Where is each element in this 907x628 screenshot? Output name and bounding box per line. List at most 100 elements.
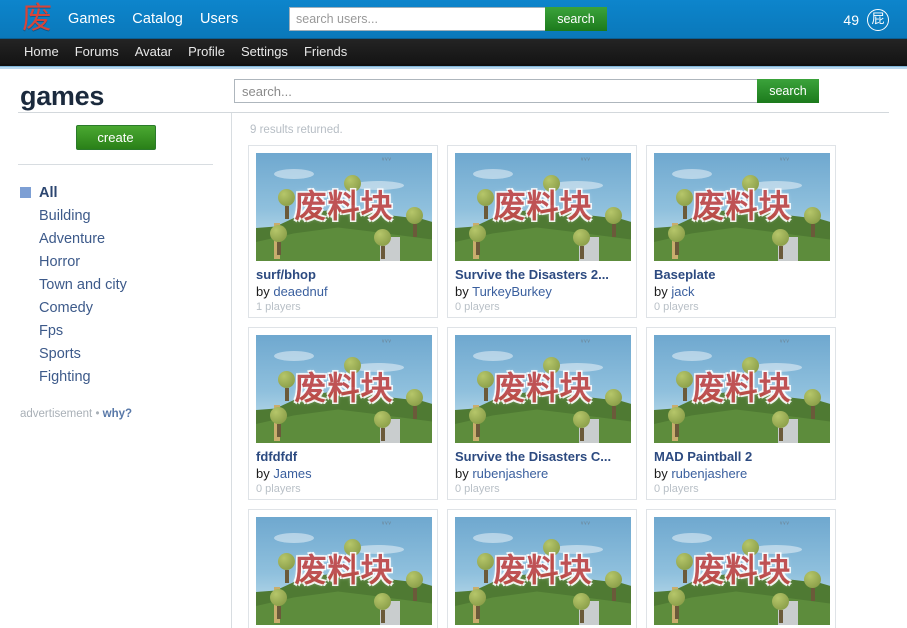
top-header: 废 Games Catalog Users search 49 屁 <box>0 0 907 39</box>
by-prefix: by <box>654 466 672 481</box>
nav-item-games[interactable]: Games <box>68 11 115 27</box>
subnav-item-forums[interactable]: Forums <box>75 44 119 59</box>
game-title[interactable]: surf/bhop <box>256 267 430 282</box>
thumbnail-overlay-text: 废料块 <box>493 368 593 407</box>
balance-indicator[interactable]: 49 屁 <box>843 0 889 39</box>
sidebar-item-fighting[interactable]: Fighting <box>18 365 231 388</box>
birds-icon: ᵛᵛᵛ <box>581 339 591 346</box>
sidebar-item-label: Sports <box>39 345 81 362</box>
game-thumbnail[interactable]: ᵛᵛᵛ 废料块 <box>654 335 830 443</box>
sidebar-item-sports[interactable]: Sports <box>18 342 231 365</box>
game-thumbnail[interactable]: ᵛᵛᵛ 废料块 <box>455 153 631 261</box>
birds-icon: ᵛᵛᵛ <box>382 521 392 528</box>
game-card[interactable]: ᵛᵛᵛ 废料块 surf/bhop by deaednuf 1 players <box>248 145 438 318</box>
tree-icon <box>270 407 287 437</box>
game-title[interactable]: Survive the Disasters C... <box>455 449 629 464</box>
sidebar-item-horror[interactable]: Horror <box>18 250 231 273</box>
game-author-line: by TurkeyBurkey <box>455 284 629 299</box>
user-search-button[interactable]: search <box>545 7 607 31</box>
tree-icon <box>374 593 391 623</box>
sidebar-item-all[interactable]: All <box>18 181 231 204</box>
primary-nav: Games Catalog Users <box>68 11 238 27</box>
results-panel: 9 results returned. ᵛᵛᵛ 废料块 surf/bhop by… <box>232 113 889 628</box>
game-thumbnail[interactable]: ᵛᵛᵛ 废料块 <box>654 517 830 625</box>
tree-icon <box>772 229 789 259</box>
user-search-bar: search <box>289 7 607 31</box>
nav-item-users[interactable]: Users <box>200 11 238 27</box>
game-title[interactable]: Baseplate <box>654 267 828 282</box>
game-thumbnail[interactable]: ᵛᵛᵛ 废料块 <box>256 153 432 261</box>
nav-item-catalog[interactable]: Catalog <box>132 11 183 27</box>
tree-icon <box>573 593 590 623</box>
subnav-item-profile[interactable]: Profile <box>188 44 225 59</box>
tree-icon <box>668 225 685 255</box>
game-thumbnail[interactable]: ᵛᵛᵛ 废料块 <box>256 517 432 625</box>
thumbnail-overlay-text: 废料块 <box>493 186 593 225</box>
advertisement-why-link[interactable]: why? <box>103 408 132 420</box>
games-search-input[interactable] <box>234 79 757 103</box>
game-author-link[interactable]: rubenjashere <box>671 466 747 481</box>
game-author-link[interactable]: deaednuf <box>273 284 327 299</box>
sidebar-item-building[interactable]: Building <box>18 204 231 227</box>
game-player-count: 0 players <box>455 301 500 313</box>
game-author-link[interactable]: James <box>273 466 311 481</box>
game-card[interactable]: ᵛᵛᵛ 废料块 <box>248 509 438 628</box>
game-card[interactable]: ᵛᵛᵛ 废料块 Survive the Disasters 2... by Tu <box>447 145 637 318</box>
sidebar-item-fps[interactable]: Fps <box>18 319 231 342</box>
birds-icon: ᵛᵛᵛ <box>780 157 790 164</box>
game-card[interactable]: ᵛᵛᵛ 废料块 MAD Paintball 2 by rubenjashere <box>646 327 836 500</box>
game-card[interactable]: ᵛᵛᵛ 废料块 Baseplate by jack 0 players <box>646 145 836 318</box>
game-author-line: by rubenjashere <box>654 466 828 481</box>
game-player-count: 0 players <box>455 483 500 495</box>
game-thumbnail[interactable]: ᵛᵛᵛ 废料块 <box>455 517 631 625</box>
sidebar-item-adventure[interactable]: Adventure <box>18 227 231 250</box>
game-author-link[interactable]: jack <box>671 284 694 299</box>
thumbnail-overlay-text: 废料块 <box>692 550 792 589</box>
selected-marker-icon <box>20 187 31 198</box>
create-button[interactable]: create <box>75 125 156 150</box>
sidebar-item-town-and-city[interactable]: Town and city <box>18 273 231 296</box>
game-title[interactable]: MAD Paintball 2 <box>654 449 828 464</box>
subnav-item-friends[interactable]: Friends <box>304 44 347 59</box>
sidebar-item-label: Fps <box>39 322 64 339</box>
sidebar-item-label: Adventure <box>39 230 106 247</box>
subnav-item-avatar[interactable]: Avatar <box>135 44 172 59</box>
game-card[interactable]: ᵛᵛᵛ 废料块 Survive the Disasters C... by ru <box>447 327 637 500</box>
secondary-nav: Home Forums Avatar Profile Settings Frie… <box>0 39 907 66</box>
game-author-link[interactable]: TurkeyBurkey <box>472 284 552 299</box>
advertisement-note: advertisement • why? <box>18 388 231 420</box>
sidebar-item-label: Fighting <box>39 368 91 385</box>
tree-icon <box>668 589 685 619</box>
game-thumbnail[interactable]: ᵛᵛᵛ 废料块 <box>654 153 830 261</box>
birds-icon: ᵛᵛᵛ <box>780 521 790 528</box>
game-player-count: 1 players <box>256 301 301 313</box>
games-search-button[interactable]: search <box>757 79 819 103</box>
game-title[interactable]: Survive the Disasters 2... <box>455 267 629 282</box>
sidebar-item-comedy[interactable]: Comedy <box>18 296 231 319</box>
by-prefix: by <box>654 284 672 299</box>
game-card[interactable]: ᵛᵛᵛ 废料块 fdfdfdf by James 0 players <box>248 327 438 500</box>
sidebar-item-label: Horror <box>39 253 81 270</box>
tree-icon <box>668 407 685 437</box>
game-player-count: 0 players <box>654 483 699 495</box>
game-card[interactable]: ᵛᵛᵛ 废料块 <box>447 509 637 628</box>
thumbnail-overlay-text: 废料块 <box>493 550 593 589</box>
game-thumbnail[interactable]: ᵛᵛᵛ 废料块 <box>455 335 631 443</box>
sidebar-item-label: Building <box>39 207 91 224</box>
game-card[interactable]: ᵛᵛᵛ 废料块 <box>646 509 836 628</box>
user-search-input[interactable] <box>289 7 545 31</box>
birds-icon: ᵛᵛᵛ <box>382 157 392 164</box>
site-logo-icon[interactable]: 废 <box>20 2 54 36</box>
subnav-item-settings[interactable]: Settings <box>241 44 288 59</box>
game-title[interactable]: fdfdfdf <box>256 449 430 464</box>
advertisement-separator: • <box>95 408 100 420</box>
by-prefix: by <box>455 284 473 299</box>
game-author-line: by deaednuf <box>256 284 430 299</box>
subnav-item-home[interactable]: Home <box>24 44 59 59</box>
game-author-line: by James <box>256 466 430 481</box>
tree-icon <box>573 229 590 259</box>
game-author-link[interactable]: rubenjashere <box>472 466 548 481</box>
game-thumbnail[interactable]: ᵛᵛᵛ 废料块 <box>256 335 432 443</box>
birds-icon: ᵛᵛᵛ <box>382 339 392 346</box>
game-author-line: by rubenjashere <box>455 466 629 481</box>
